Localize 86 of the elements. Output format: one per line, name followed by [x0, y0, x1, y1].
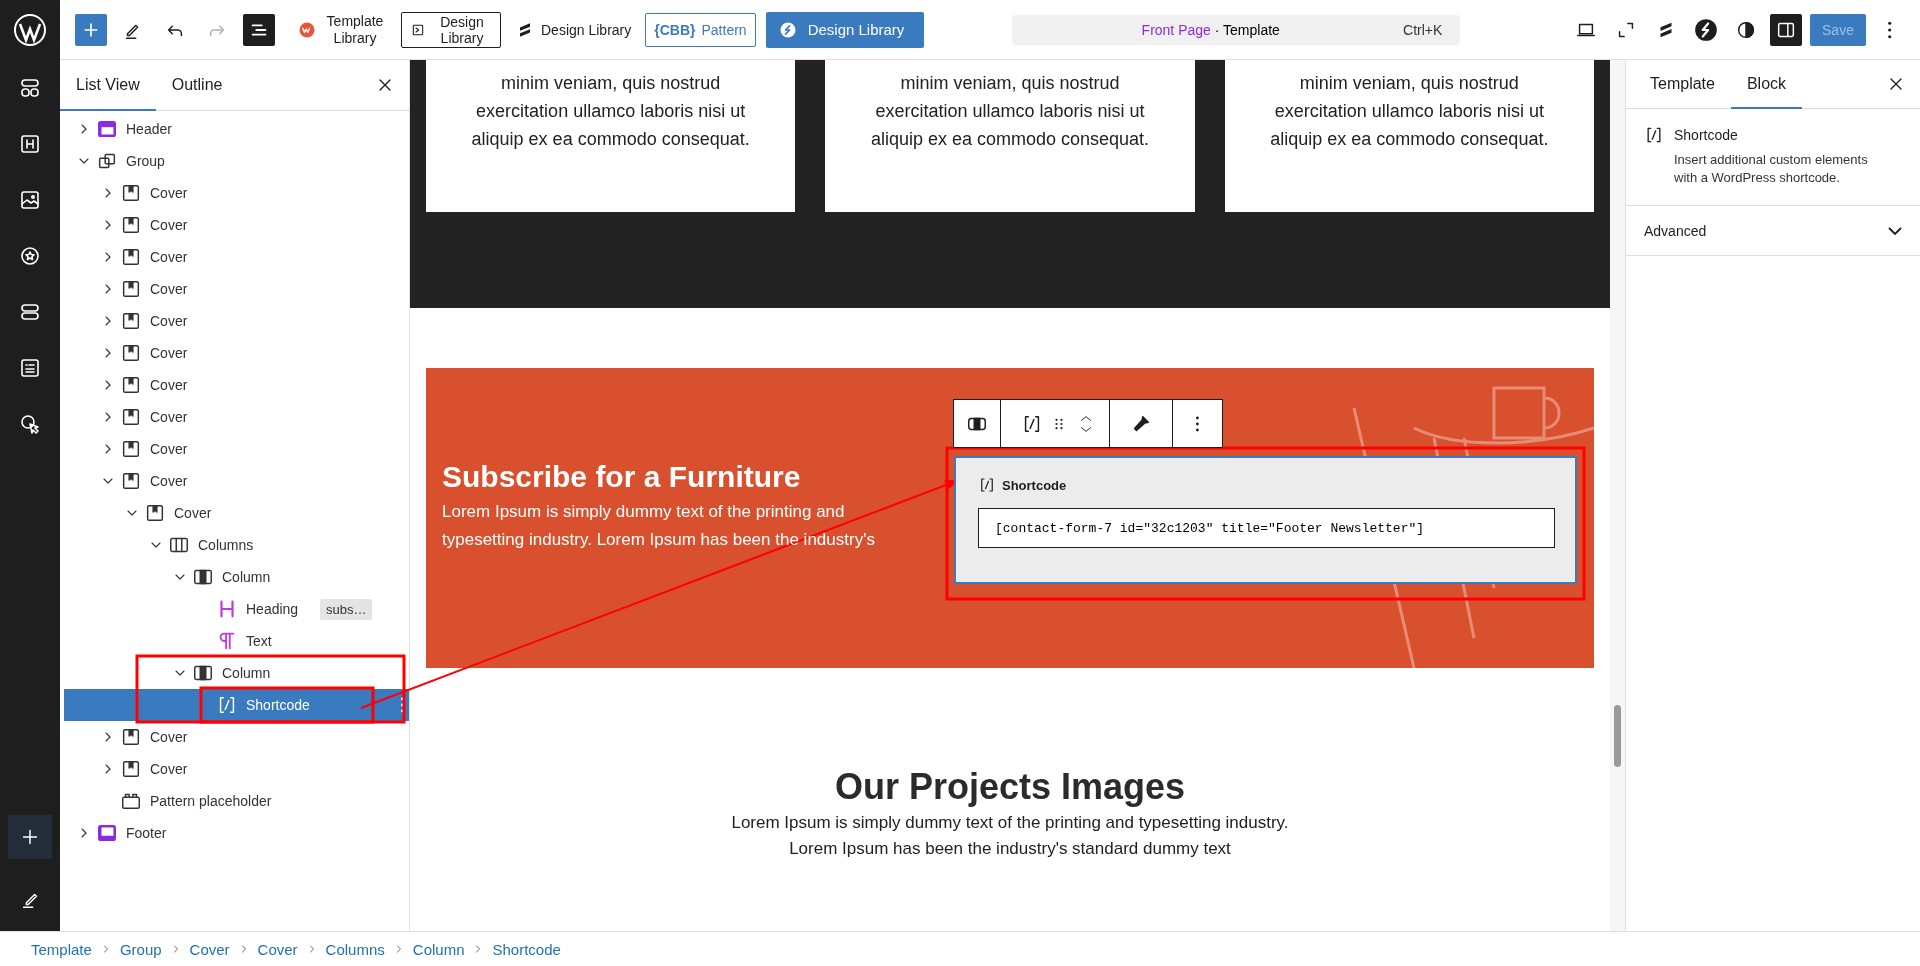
cover-icon	[120, 726, 142, 748]
list-view-item[interactable]: Cover	[64, 241, 409, 273]
list-view-item[interactable]: Cover	[64, 721, 409, 753]
list-view-item[interactable]: Cover	[64, 433, 409, 465]
cover-icon	[120, 342, 142, 364]
blocks-icon	[18, 76, 42, 100]
template-library-button[interactable]: Template Library	[293, 11, 391, 48]
section-text: Lorem Ipsum is simply dummy text of the printing and typesetting industry. Lorem Ipsum has been the industry's	[442, 501, 876, 551]
list-view-item[interactable]: Cover	[64, 753, 409, 785]
more-options-icon[interactable]	[1195, 415, 1200, 432]
cover-icon	[120, 214, 142, 236]
click-icon	[18, 412, 42, 436]
footer-icon	[96, 822, 118, 844]
list-view-item[interactable]: Cover	[64, 465, 409, 497]
list-view-item[interactable]: Cover	[64, 209, 409, 241]
cover-icon	[120, 182, 142, 204]
block-label-tag: subs…	[320, 598, 373, 620]
design-library-button[interactable]: Design Library	[401, 11, 501, 48]
cover-icon	[144, 502, 166, 524]
section-text: Lorem Ipsum has been the industry's standard dummy text	[788, 838, 1232, 860]
block-title: Shortcode	[1674, 127, 1739, 143]
list-view-item[interactable]: Footer	[64, 817, 409, 849]
list-view-item[interactable]: Cover	[64, 177, 409, 209]
image-icon	[18, 188, 42, 212]
design-library-button[interactable]: Design Library	[511, 11, 636, 48]
cover-icon	[120, 246, 142, 268]
panel-tab[interactable]: Outline	[155, 60, 239, 111]
list-view-item[interactable]: Column	[64, 561, 409, 593]
section-heading: Our Projects Images	[833, 766, 1187, 808]
header-icon	[96, 118, 118, 140]
cover-icon	[120, 374, 142, 396]
card-text: minim veniam, quis nostrud exercitation ullamco laboris nisi ut aliquip ex ea commodo consequat.	[869, 72, 1151, 151]
panel-tab[interactable]: Block	[1730, 60, 1803, 109]
shortcode-block[interactable]: Shortcode [contact-form-7 id="32c1203" title="Footer Newsletter"]	[954, 456, 1577, 584]
pattern-button[interactable]: {CBB} Pattern	[645, 12, 756, 47]
chevron-down-icon	[1888, 226, 1902, 235]
add-button[interactable]	[8, 815, 52, 859]
section-heading: Subscribe for a Furniture	[442, 460, 802, 494]
list-view-item[interactable]: Columns	[64, 529, 409, 561]
breadcrumb-link[interactable]: Column	[412, 940, 465, 958]
shortcode-field[interactable]: [contact-form-7 id="32c1203" title="Footer Newsletter"]	[978, 508, 1555, 548]
list-view-item[interactable]: Cover	[64, 369, 409, 401]
list-view-item[interactable]: Group	[64, 145, 409, 177]
section-text: Lorem Ipsum is simply dummy text of the printing and typesetting industry.	[730, 812, 1290, 834]
list-view-item[interactable]: Cover	[64, 305, 409, 337]
block-title: Shortcode	[1002, 477, 1067, 493]
add-button[interactable]	[75, 13, 107, 46]
panel-tab[interactable]: List View	[60, 60, 156, 111]
block-description: Insert additional custom elements with a WordPress shortcode.	[1674, 151, 1869, 187]
list-view-item[interactable]: Column	[64, 657, 409, 689]
breadcrumb-link[interactable]: Group	[119, 940, 162, 958]
command-bar[interactable]: Front Page · Template Ctrl+K	[1012, 14, 1461, 45]
list-view-item[interactable]: Heading subs…	[64, 593, 409, 625]
scrollbar[interactable]	[1610, 60, 1625, 931]
s-circle-logo-icon	[1693, 16, 1719, 43]
design-library-button[interactable]: Design Library	[765, 11, 925, 48]
cover-icon	[120, 758, 142, 780]
list-view-item[interactable]: Header	[64, 113, 409, 145]
list-view-item[interactable]: Cover	[64, 337, 409, 369]
site-logo-icon[interactable]	[0, 0, 60, 60]
panel-tab[interactable]: Template	[1634, 60, 1731, 109]
star-badge-icon	[18, 244, 42, 268]
list-view-item[interactable]: Shortcode	[64, 689, 409, 721]
cover-icon	[120, 406, 142, 428]
heading-icon	[18, 132, 42, 156]
breadcrumb-link[interactable]: Columns	[325, 940, 385, 958]
form-icon	[18, 356, 42, 380]
list-view-item[interactable]: Text	[64, 625, 409, 657]
cover-icon	[120, 438, 142, 460]
settings-button[interactable]	[1770, 13, 1802, 46]
breadcrumb-link[interactable]: Template	[31, 940, 92, 958]
list-view-item[interactable]: Pattern placeholder	[64, 785, 409, 817]
cover-icon	[120, 470, 142, 492]
breadcrumb-link[interactable]: Cover	[189, 940, 230, 958]
cover-icon	[120, 310, 142, 332]
shortcode-icon	[978, 476, 996, 494]
list-view-item[interactable]: Cover	[64, 497, 409, 529]
breadcrumb-link[interactable]: Shortcode	[492, 940, 561, 958]
breadcrumb-link[interactable]: Cover	[257, 940, 298, 958]
card-text: minim veniam, quis nostrud exercitation ullamco laboris nisi ut aliquip ex ea commodo consequat.	[470, 72, 751, 151]
more-options-icon[interactable]	[1887, 20, 1893, 39]
cover-icon	[120, 278, 142, 300]
card-text: minim veniam, quis nostrud exercitation ullamco laboris nisi ut aliquip ex ea commodo consequat.	[1269, 72, 1550, 151]
list-view-button[interactable]	[243, 13, 275, 46]
list-view-item[interactable]: Cover	[64, 401, 409, 433]
list-view-item[interactable]: Cover	[64, 273, 409, 305]
